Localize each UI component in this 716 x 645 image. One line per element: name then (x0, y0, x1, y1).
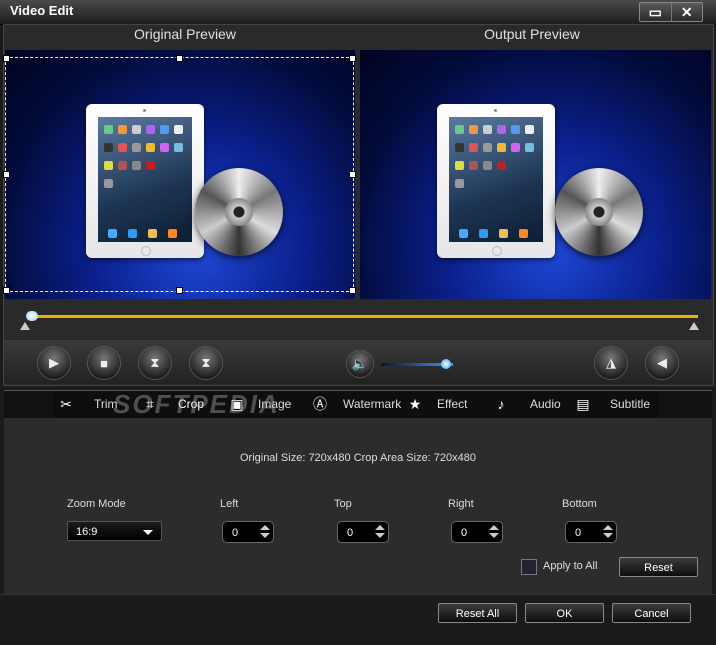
play-icon: ▶ (49, 355, 59, 370)
crop-handle-left[interactable] (3, 171, 10, 178)
start-marker-icon[interactable] (20, 322, 30, 330)
tab-label: Effect (437, 397, 468, 411)
chevron-down-icon (143, 530, 153, 535)
left-value: 0 (232, 527, 239, 539)
crop-handle-bottom-right[interactable] (349, 287, 356, 294)
footer (0, 594, 716, 645)
bottom-stepper[interactable]: 0 (565, 521, 617, 543)
tablet-image (437, 104, 555, 258)
apply-to-all-label: Apply to All (543, 560, 598, 572)
right-value: 0 (461, 527, 468, 539)
watermark-icon: Ⓐ (313, 396, 327, 412)
tab-label: Subtitle (610, 397, 651, 411)
zoom-mode-label: Zoom Mode (67, 498, 126, 510)
bottom-value: 0 (575, 527, 582, 539)
original-preview-label: Original Preview (134, 26, 236, 42)
apply-to-all-checkbox[interactable] (521, 559, 537, 575)
star-icon: ★ (408, 395, 422, 412)
stepper-arrows-icon[interactable] (488, 524, 499, 540)
zoom-mode-value: 16:9 (76, 526, 98, 538)
flip-vertical-button[interactable]: ◀ (645, 346, 679, 380)
top-stepper[interactable]: 0 (337, 521, 389, 543)
left-stepper[interactable]: 0 (222, 521, 274, 543)
seek-knob[interactable] (26, 311, 38, 321)
ok-button[interactable]: OK (525, 603, 604, 623)
scissors-icon: ✂ (60, 395, 72, 412)
window-title: Video Edit (10, 3, 74, 18)
bottom-label: Bottom (562, 498, 597, 510)
stop-button[interactable]: ■ (87, 346, 121, 380)
tab-label: Watermark (343, 397, 402, 411)
crop-handle-bottom-left[interactable] (3, 287, 10, 294)
close-icon[interactable]: ✕ (670, 3, 703, 21)
disc-image (555, 168, 643, 256)
stepper-arrows-icon[interactable] (259, 524, 270, 540)
window-controls: ▭ ✕ (639, 2, 703, 22)
flip-horizontal-button[interactable]: ◮ (594, 346, 628, 380)
subtitle-icon: ▤ (576, 395, 590, 412)
mark-in-icon: ⧗ (150, 355, 160, 370)
flip-vertical-icon: ◀ (657, 355, 667, 370)
tab-label: Audio (530, 397, 561, 411)
mark-in-button[interactable]: ⧗ (138, 346, 172, 380)
title-bar (0, 0, 716, 25)
zoom-mode-select[interactable]: 16:9 (67, 521, 162, 541)
crop-handle-bottom[interactable] (176, 287, 183, 294)
stepper-arrows-icon[interactable] (374, 524, 385, 540)
volume-knob[interactable] (440, 359, 451, 369)
watermark: SOFTPEDIA (113, 389, 280, 419)
tab-watermark[interactable]: Ⓐ Watermark (312, 391, 401, 417)
left-label: Left (220, 498, 239, 510)
reset-all-button[interactable]: Reset All (438, 603, 517, 623)
top-label: Top (334, 498, 352, 510)
crop-handle-right[interactable] (349, 171, 356, 178)
stop-icon: ■ (100, 355, 108, 371)
tab-trim[interactable]: ✂ Trim (58, 391, 117, 417)
volume-button[interactable]: 🔈 (346, 350, 374, 378)
end-marker-icon[interactable] (689, 322, 699, 330)
seek-track[interactable] (30, 315, 698, 318)
music-note-icon: ♪ (497, 396, 505, 412)
output-preview (360, 50, 711, 299)
flip-horizontal-icon: ◮ (606, 355, 616, 370)
speaker-icon: 🔈 (351, 356, 369, 371)
tab-audio[interactable]: ♪ Audio (493, 391, 561, 417)
restore-icon[interactable]: ▭ (640, 3, 671, 21)
crop-rectangle[interactable] (5, 57, 354, 292)
reset-button[interactable]: Reset (619, 557, 698, 577)
mark-out-icon: ⧗ (201, 355, 211, 370)
crop-handle-top-right[interactable] (349, 55, 356, 62)
crop-handle-top[interactable] (176, 55, 183, 62)
tab-subtitle[interactable]: ▤ Subtitle (575, 391, 650, 417)
cancel-button[interactable]: Cancel (612, 603, 691, 623)
top-value: 0 (347, 527, 354, 539)
right-label: Right (448, 498, 474, 510)
tab-effect[interactable]: ★ Effect (407, 391, 468, 417)
stepper-arrows-icon[interactable] (602, 524, 613, 540)
crop-size-info: Original Size: 720x480 Crop Area Size: 7… (239, 452, 477, 464)
crop-handle-top-left[interactable] (3, 55, 10, 62)
seek-bar[interactable] (12, 300, 704, 338)
right-stepper[interactable]: 0 (451, 521, 503, 543)
play-button[interactable]: ▶ (37, 346, 71, 380)
output-preview-label: Output Preview (484, 26, 580, 42)
mark-out-button[interactable]: ⧗ (189, 346, 223, 380)
